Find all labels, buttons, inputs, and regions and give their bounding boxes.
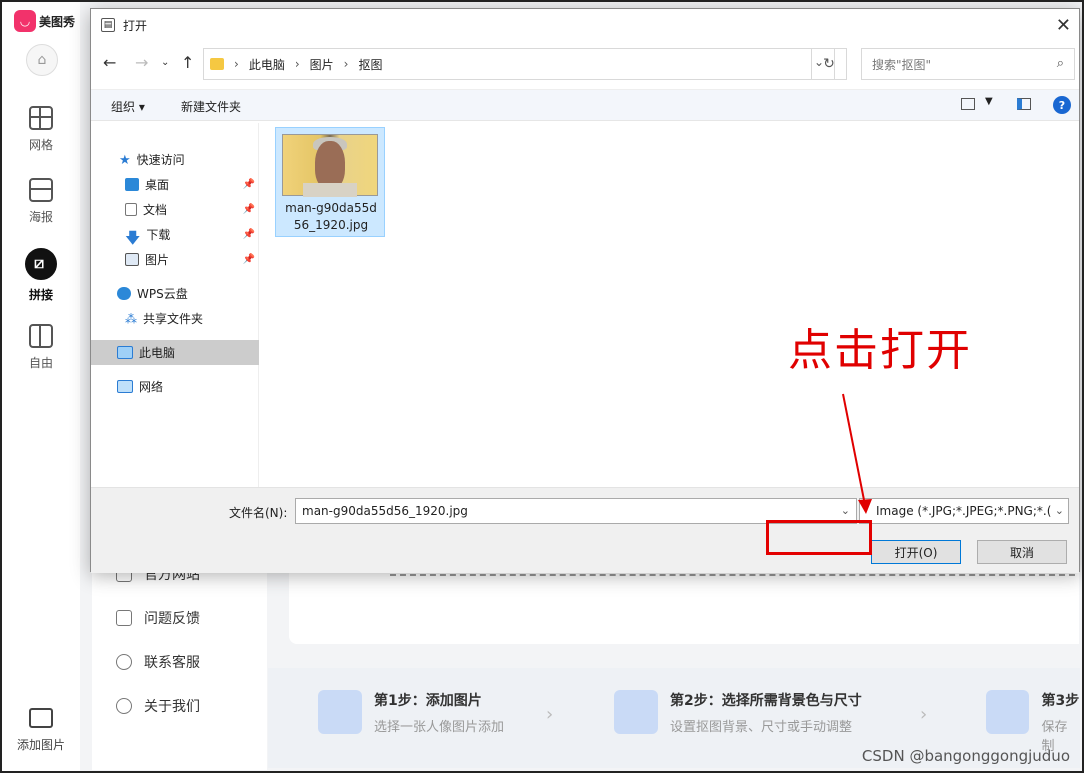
annotation-arrow — [842, 393, 872, 514]
